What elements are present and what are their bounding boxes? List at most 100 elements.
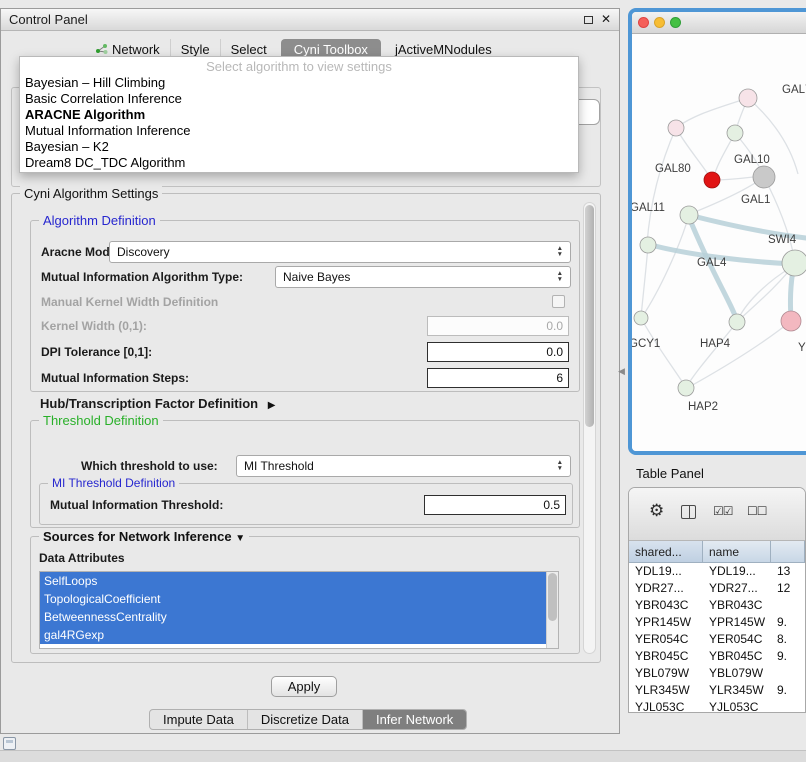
table-panel-window: ⚙ ☑☑ ☐☐ shared... name YDL19... YDL19...… xyxy=(628,487,806,713)
network-node[interactable] xyxy=(729,314,745,330)
list-item[interactable]: BetweennessCentrality xyxy=(40,608,546,626)
mi-threshold-group: MI Threshold Definition Mutual Informati… xyxy=(39,483,573,525)
table-row[interactable]: YER054C YER054C 8. xyxy=(629,631,805,648)
cell: YBL079W xyxy=(703,665,771,682)
mi-threshold-field[interactable] xyxy=(424,495,566,515)
cell: YER054C xyxy=(703,631,771,648)
cell: 8. xyxy=(771,631,805,648)
hub-definition-toggle[interactable]: Hub/Transcription Factor Definition ▶ xyxy=(40,396,275,411)
minimized-panel-icon[interactable] xyxy=(3,737,16,750)
column-header-name[interactable]: name xyxy=(703,541,771,563)
select-all-icon[interactable]: ☑☑ xyxy=(713,504,733,518)
settings-group-title: Cyni Algorithm Settings xyxy=(20,186,162,201)
cell: 9. xyxy=(771,682,805,699)
node-label: Y xyxy=(798,342,806,354)
list-item[interactable]: SelfLoops xyxy=(40,572,546,590)
network-node[interactable] xyxy=(739,89,757,107)
settings-scrollbar-thumb[interactable] xyxy=(585,205,594,427)
dropdown-item[interactable]: Mutual Information Inference xyxy=(20,123,578,139)
which-threshold-value: MI Threshold xyxy=(244,459,314,473)
network-node[interactable] xyxy=(727,125,743,141)
dropdown-item-selected[interactable]: ARACNE Algorithm xyxy=(20,107,578,123)
desktop: Control Panel ✕ Network Style Select Cyn… xyxy=(0,0,806,762)
table-row[interactable]: YBR045C YBR045C 9. xyxy=(629,648,805,665)
tab-impute-data[interactable]: Impute Data xyxy=(150,710,247,729)
table-row[interactable]: YBR043C YBR043C xyxy=(629,597,805,614)
network-node-pink[interactable] xyxy=(781,311,801,331)
sources-group-toggle[interactable]: Sources for Network Inference ▼ xyxy=(39,529,249,544)
tab-discretize-data[interactable]: Discretize Data xyxy=(247,710,362,729)
node-label: HAP4 xyxy=(700,338,731,350)
cell: YBL079W xyxy=(629,665,703,682)
network-node[interactable] xyxy=(640,237,656,253)
cell: YDR27... xyxy=(629,580,703,597)
kernel-width-label: Kernel Width (0,1): xyxy=(41,319,147,333)
hub-definition-label: Hub/Transcription Factor Definition xyxy=(40,396,258,411)
data-attributes-label: Data Attributes xyxy=(39,551,125,565)
dropdown-item[interactable]: Bayesian – K2 xyxy=(20,139,578,155)
threshold-definition-group: Threshold Definition Which threshold to … xyxy=(30,420,580,528)
dropdown-item[interactable]: Basic Correlation Inference xyxy=(20,91,578,107)
cell: YPR145W xyxy=(629,614,703,631)
network-node[interactable] xyxy=(782,250,806,276)
table-row[interactable]: YDR27... YDR27... 12 xyxy=(629,580,805,597)
network-graph: GAL7 GAL80 GAL10 GAL11 GAL1 SWI4 GAL4 GC… xyxy=(632,34,806,451)
threshold-definition-title: Threshold Definition xyxy=(39,413,163,428)
combo-arrows-icon: ▲▼ xyxy=(557,460,563,472)
minimize-traffic-icon[interactable] xyxy=(654,17,665,28)
node-label: GAL7 xyxy=(782,84,806,96)
combo-arrows-icon: ▲▼ xyxy=(557,271,563,283)
table-row[interactable]: YDL19... YDL19... 13 xyxy=(629,563,805,580)
table-row[interactable]: YBL079W YBL079W xyxy=(629,665,805,682)
manual-kernel-checkbox[interactable] xyxy=(552,295,565,308)
cell: YPR145W xyxy=(703,614,771,631)
node-label: HAP2 xyxy=(688,401,718,413)
attributes-scrollbar-thumb[interactable] xyxy=(548,573,557,621)
column-header-shared-name[interactable]: shared... xyxy=(629,541,703,563)
kernel-width-field[interactable] xyxy=(427,316,569,336)
node-label: GAL1 xyxy=(741,194,770,206)
zoom-traffic-icon[interactable] xyxy=(670,17,681,28)
apply-button[interactable]: Apply xyxy=(271,676,337,697)
deselect-all-icon[interactable]: ☐☐ xyxy=(747,504,767,518)
float-window-icon[interactable] xyxy=(584,16,593,24)
network-node[interactable] xyxy=(634,311,648,325)
aracne-mode-select[interactable]: Discovery ▲▼ xyxy=(109,241,571,263)
list-item[interactable]: TopologicalCoefficient xyxy=(40,590,546,608)
expand-right-icon: ▶ xyxy=(268,400,276,411)
cell: YER054C xyxy=(629,631,703,648)
close-icon[interactable]: ✕ xyxy=(601,12,611,26)
gear-icon[interactable]: ⚙ xyxy=(649,501,664,521)
mi-steps-label: Mutual Information Steps: xyxy=(41,371,189,385)
which-threshold-select[interactable]: MI Threshold ▲▼ xyxy=(236,455,571,477)
column-header-clipped[interactable] xyxy=(771,541,805,563)
mi-type-label: Mutual Information Algorithm Type: xyxy=(41,270,243,284)
cell: YBR043C xyxy=(629,597,703,614)
splitter-collapse-icon[interactable]: ◀ xyxy=(618,366,625,377)
network-node[interactable] xyxy=(678,380,694,396)
network-node-red[interactable] xyxy=(704,172,720,188)
table-row[interactable]: YPR145W YPR145W 9. xyxy=(629,614,805,631)
network-node-gray[interactable] xyxy=(753,166,775,188)
dropdown-item[interactable]: Dream8 DC_TDC Algorithm xyxy=(20,155,578,171)
dpi-tolerance-field[interactable] xyxy=(427,342,569,362)
network-canvas[interactable]: GAL7 GAL80 GAL10 GAL11 GAL1 SWI4 GAL4 GC… xyxy=(632,34,806,451)
table-row[interactable]: YJL053C YJL053C xyxy=(629,699,805,713)
network-node[interactable] xyxy=(668,120,684,136)
mi-threshold-group-title: MI Threshold Definition xyxy=(48,476,179,490)
network-node[interactable] xyxy=(680,206,698,224)
tab-infer-network[interactable]: Infer Network xyxy=(362,710,466,729)
mi-steps-field[interactable] xyxy=(427,368,569,388)
settings-scrollbar[interactable] xyxy=(583,202,596,654)
close-traffic-icon[interactable] xyxy=(638,17,649,28)
cell: 12 xyxy=(771,580,805,597)
cell: YDL19... xyxy=(629,563,703,580)
cell: 9. xyxy=(771,614,805,631)
columns-icon[interactable] xyxy=(681,505,696,519)
dropdown-item[interactable]: Bayesian – Hill Climbing xyxy=(20,75,578,91)
cell: YJL053C xyxy=(629,699,703,713)
mi-type-select[interactable]: Naive Bayes ▲▼ xyxy=(275,266,571,288)
list-item[interactable]: gal4RGexp xyxy=(40,626,546,644)
table-row[interactable]: YLR345W YLR345W 9. xyxy=(629,682,805,699)
attributes-scrollbar[interactable] xyxy=(546,572,558,648)
